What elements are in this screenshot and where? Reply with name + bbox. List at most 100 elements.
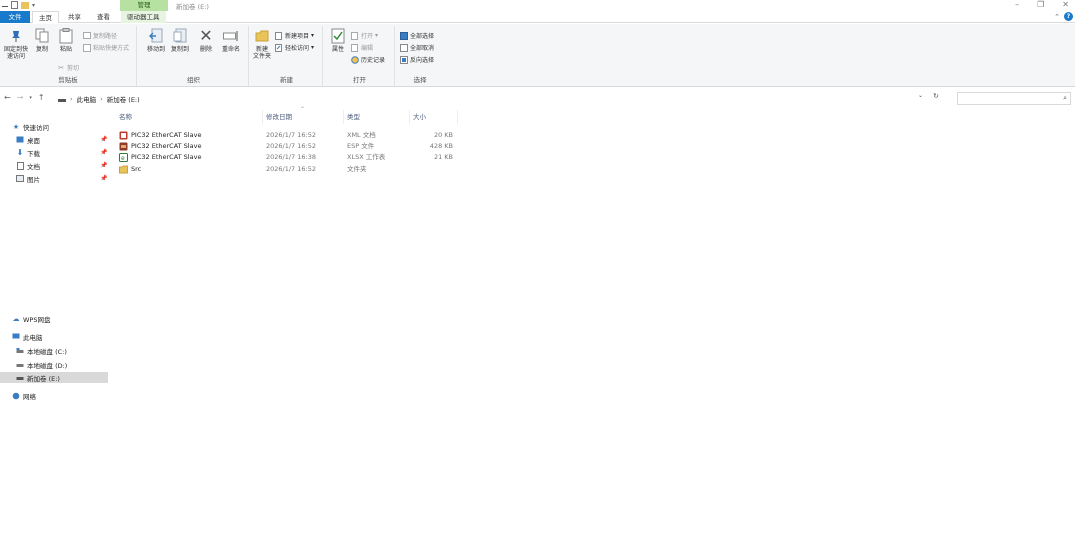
history-button[interactable]: 历史记录: [351, 55, 385, 64]
nav-quick-access[interactable]: ★ 快速访问: [0, 121, 108, 132]
recent-locations-icon[interactable]: ▾: [29, 95, 32, 101]
ribbon-tabs: 文件 主页 共享 查看 驱动器工具 ⌃ ?: [0, 11, 1075, 23]
file-date: 2026/1/7 16:38: [266, 153, 316, 161]
select-none-icon: [400, 43, 408, 52]
organize-group: 移动到 复制到 ✕ 删除 重命名 组织: [139, 26, 249, 86]
column-header-type[interactable]: 类型: [344, 110, 410, 124]
window-menu-icon[interactable]: [2, 3, 8, 7]
esp-file-icon: [119, 142, 128, 151]
edit-icon: [351, 43, 359, 52]
select-none-button[interactable]: 全部取消: [400, 43, 434, 52]
properties-qat-icon[interactable]: [11, 1, 18, 9]
file-name-cell: PIC32 EtherCAT Slave: [119, 130, 201, 141]
forward-arrow-icon[interactable]: →: [17, 93, 24, 102]
window-controls: – ❐ ✕: [1015, 0, 1069, 9]
navigation-buttons: ← → ▾ ↑: [4, 93, 45, 102]
new-folder-qat-icon[interactable]: [21, 1, 29, 9]
open-button[interactable]: 打开 ▾: [351, 31, 378, 40]
xml-file-icon: [119, 131, 128, 140]
rename-button[interactable]: 重命名: [219, 28, 243, 53]
file-row[interactable]: Src 2026/1/7 16:52 文件夹: [116, 164, 461, 175]
file-row[interactable]: e PIC32 EtherCAT Slave 2026/1/7 16:38 XL…: [116, 152, 461, 163]
copy-button[interactable]: 复制: [32, 28, 52, 53]
pin-quick-access-button[interactable]: 固定到快 速访问: [2, 28, 30, 60]
address-dropdown-icon[interactable]: ⌄: [918, 92, 923, 100]
nav-desktop-label: 桌面: [27, 136, 40, 145]
clipboard-icon: [58, 28, 74, 44]
navigation-pane: ★ 快速访问 桌面 📌 ⬇ 下载 📌 文档 📌 图片 📌 ☁ WPS网盘 此电脑…: [0, 118, 108, 548]
select-group: 全部选择 全部取消 反向选择 选择: [397, 26, 443, 86]
folder-icon: [119, 165, 128, 174]
new-item-label: 新建项目: [285, 33, 310, 40]
file-row[interactable]: PIC32 EtherCAT Slave 2026/1/7 16:52 ESP …: [116, 141, 461, 152]
new-folder-button[interactable]: 新建 文件夹: [251, 28, 273, 60]
nav-drive-c[interactable]: 本地磁盘 (C:): [0, 345, 108, 356]
nav-this-pc-label: 此电脑: [23, 333, 43, 342]
copy-path-button[interactable]: 复制路径: [83, 31, 117, 40]
properties-button[interactable]: 属性: [329, 28, 347, 53]
tab-file[interactable]: 文件: [0, 11, 30, 23]
cloud-icon: ☁: [12, 314, 20, 323]
breadcrumb-this-pc[interactable]: 此电脑: [77, 94, 97, 104]
cut-button[interactable]: ✂ 剪切: [57, 63, 79, 73]
file-name-cell: PIC32 EtherCAT Slave: [119, 141, 201, 152]
pictures-icon: [16, 175, 24, 183]
paste-shortcut-label: 粘贴快捷方式: [93, 45, 130, 52]
nav-wps-drive[interactable]: ☁ WPS网盘: [0, 313, 108, 324]
copy-to-button[interactable]: 复制到: [169, 28, 191, 53]
nav-drive-e[interactable]: 新加卷 (E:): [0, 372, 108, 383]
column-header-date[interactable]: 修改日期: [263, 110, 344, 124]
copy-to-icon: [172, 28, 188, 44]
search-input[interactable]: ⌕: [957, 92, 1071, 105]
nav-downloads[interactable]: ⬇ 下载 📌: [0, 147, 108, 158]
nav-wps-label: WPS网盘: [23, 315, 51, 324]
easy-access-button[interactable]: 轻松访问 ▾: [275, 43, 314, 52]
move-to-button[interactable]: 移动到: [145, 28, 167, 53]
file-row[interactable]: PIC32 EtherCAT Slave 2026/1/7 16:52 XML …: [116, 130, 461, 141]
nav-desktop[interactable]: 桌面 📌: [0, 134, 108, 145]
tab-drive-tools[interactable]: 驱动器工具: [121, 11, 166, 23]
nav-drive-d[interactable]: 本地磁盘 (D:): [0, 359, 108, 370]
select-all-button[interactable]: 全部选择: [400, 31, 434, 40]
nav-network[interactable]: 网络: [0, 390, 108, 401]
column-header-name[interactable]: 名称: [116, 110, 263, 124]
window-title: 新加卷 (E:): [176, 3, 209, 11]
nav-documents[interactable]: 文档 📌: [0, 160, 108, 171]
nav-drive-d-label: 本地磁盘 (D:): [27, 361, 68, 370]
back-arrow-icon[interactable]: ←: [4, 93, 11, 102]
ribbon: 固定到快 速访问 复制 粘贴 复制路径 粘贴快捷方式 ✂ 剪切 剪贴板 移动到 …: [0, 24, 1075, 87]
tab-view[interactable]: 查看: [91, 11, 116, 23]
file-date: 2026/1/7 16:52: [266, 142, 316, 150]
edit-button[interactable]: 编辑: [351, 43, 373, 52]
open-icon: [351, 31, 359, 40]
collapse-ribbon-icon[interactable]: ⌃: [1054, 13, 1060, 21]
customize-qat-icon[interactable]: ▾: [32, 2, 35, 9]
invert-selection-button[interactable]: 反向选择: [400, 55, 434, 64]
nav-this-pc[interactable]: 此电脑: [0, 331, 108, 342]
refresh-icon[interactable]: ↻: [933, 92, 939, 100]
address-bar[interactable]: › 此电脑 › 新加卷 (E:): [58, 92, 933, 105]
pinned-icon: 📌: [100, 175, 108, 182]
file-name: Src: [131, 165, 142, 173]
tab-share[interactable]: 共享: [62, 11, 87, 23]
new-item-button[interactable]: 新建项目 ▾: [275, 31, 314, 40]
contextual-tab-header: 管理: [120, 0, 168, 11]
column-header-size[interactable]: 大小: [410, 110, 458, 124]
breadcrumb-drive-e[interactable]: 新加卷 (E:): [107, 94, 140, 104]
tab-home[interactable]: 主页: [32, 11, 59, 23]
help-icon[interactable]: ?: [1064, 12, 1073, 21]
title-bar: ▾ 管理 新加卷 (E:) – ❐ ✕: [0, 0, 1075, 11]
new-group-label: 新建: [280, 76, 293, 84]
breadcrumb-separator-icon: ›: [70, 94, 73, 103]
new-folder-icon: [254, 28, 270, 44]
clipboard-group-label: 剪贴板: [58, 76, 78, 84]
close-icon[interactable]: ✕: [1062, 0, 1069, 9]
paste-button[interactable]: 粘贴: [55, 28, 77, 53]
delete-button[interactable]: ✕ 删除: [197, 28, 215, 54]
paste-label: 粘贴: [59, 46, 72, 53]
minimize-icon[interactable]: –: [1015, 0, 1019, 9]
restore-icon[interactable]: ❐: [1037, 0, 1044, 9]
up-arrow-icon[interactable]: ↑: [38, 93, 45, 102]
nav-pictures[interactable]: 图片 📌: [0, 173, 108, 184]
paste-shortcut-button[interactable]: 粘贴快捷方式: [83, 43, 129, 52]
